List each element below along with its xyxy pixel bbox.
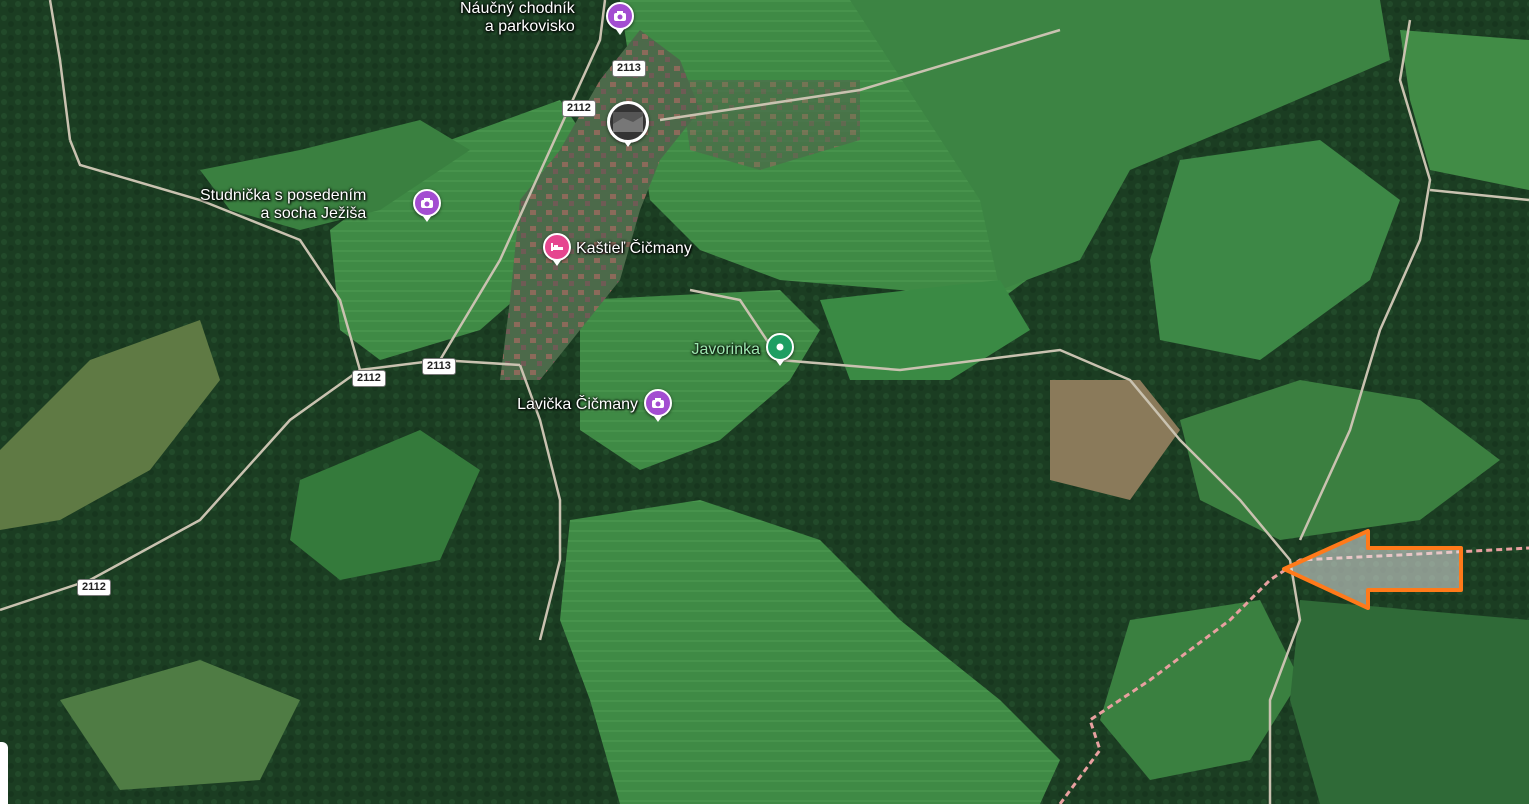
road-shield: 2113	[612, 60, 646, 77]
place-label-lavicka[interactable]: Lavička Čičmany	[480, 396, 638, 414]
place-label-kastiel[interactable]: Kaštieľ Čičmany	[576, 240, 692, 258]
place-label-line: a parkovisko	[484, 18, 575, 35]
place-label-line: Lavička Čičmany	[517, 396, 638, 413]
place-label-line: Studnička s posedením	[200, 187, 367, 204]
bed-icon[interactable]	[543, 233, 571, 266]
place-label-line: Javorinka	[691, 341, 760, 358]
place-label-javorinka[interactable]: Javorinka	[640, 341, 760, 359]
camera-icon[interactable]	[413, 189, 441, 222]
place-label-line: Náučný chodník	[460, 0, 575, 17]
satellite-map[interactable]	[0, 0, 1529, 804]
place-label-line: a socha Ježiša	[260, 205, 367, 222]
place-label-line: Kaštieľ Čičmany	[576, 240, 692, 257]
photo-thumbnail-marker[interactable]	[607, 101, 649, 147]
road-shield: 2112	[352, 370, 386, 387]
park-pin-icon[interactable]	[766, 333, 794, 366]
place-label-naucny[interactable]: Náučný chodník a parkovisko	[460, 0, 575, 36]
meadow	[1290, 600, 1529, 804]
camera-icon[interactable]	[606, 2, 634, 35]
camera-icon[interactable]	[644, 389, 672, 422]
road-shield: 2112	[77, 579, 111, 596]
road-shield: 2112	[562, 100, 596, 117]
map-control-edge[interactable]	[0, 742, 8, 804]
road-shield: 2113	[422, 358, 456, 375]
place-label-studnicka[interactable]: Studnička s posedením a socha Ježiša	[200, 187, 366, 223]
